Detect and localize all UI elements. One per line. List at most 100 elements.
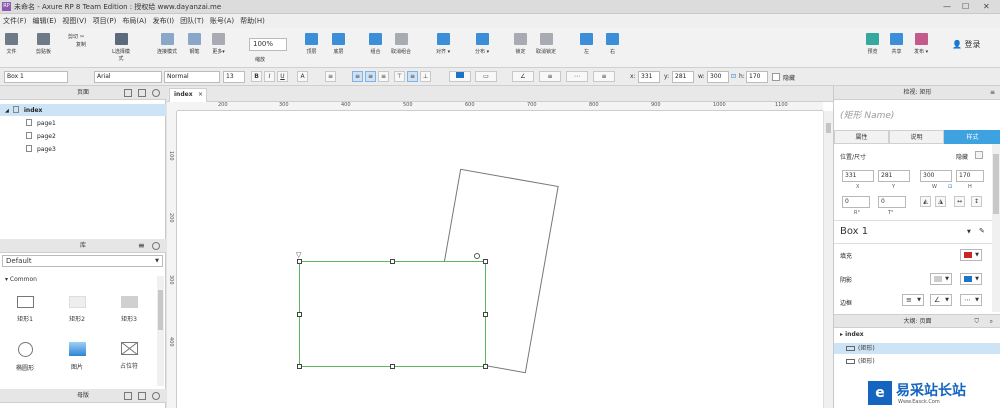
outline-item-selected[interactable]: (矩形) — [834, 343, 1000, 354]
w-input[interactable]: 300 — [707, 71, 729, 83]
bullet-list-button[interactable]: ≡ — [325, 71, 336, 82]
more-button[interactable]: 更多▾ — [212, 33, 225, 55]
file-button[interactable]: 文件 — [5, 33, 18, 55]
shadow-button[interactable]: ▭ — [475, 71, 497, 82]
widget-image[interactable]: 图片 — [62, 342, 92, 371]
widget-ellipse[interactable]: 椭圆形 — [10, 342, 40, 372]
fit-width-button[interactable]: ↔ — [954, 196, 965, 207]
edit-style-icon[interactable]: ✎ — [979, 227, 985, 235]
align-bottom-button[interactable]: ⊥ — [420, 71, 431, 82]
selected-rectangle[interactable] — [299, 261, 486, 367]
resize-handle-t[interactable] — [390, 259, 395, 264]
page-item-page3[interactable]: page3 — [26, 145, 56, 153]
add-folder-icon[interactable] — [138, 89, 146, 97]
library-group-common[interactable]: ▾ Common — [5, 276, 37, 283]
copy-button[interactable]: 复制 — [76, 41, 86, 48]
align-center-button[interactable]: ≡ — [365, 71, 376, 82]
library-select[interactable]: Default ▼ — [2, 255, 163, 267]
line-width-button[interactable]: ≡ — [539, 71, 561, 82]
line-color-button[interactable]: ∠ — [512, 71, 534, 82]
x-input[interactable]: 331 — [638, 71, 660, 83]
filter-icon[interactable]: ⛉ — [974, 315, 979, 328]
add-page-icon[interactable] — [124, 89, 132, 97]
inspector-y-input[interactable]: 281 — [878, 170, 910, 182]
font-family-select[interactable]: Arial — [94, 71, 162, 83]
send-to-back-button[interactable]: 底层 — [332, 33, 345, 55]
inspector-scrollbar[interactable] — [992, 144, 1000, 312]
outer-shadow-picker[interactable]: ▼ — [930, 273, 952, 285]
fill-color-button[interactable] — [449, 71, 471, 82]
italic-button[interactable]: I — [264, 71, 275, 82]
maximize-button[interactable]: ☐ — [962, 2, 969, 12]
resize-handle-b[interactable] — [390, 364, 395, 369]
tab-notes[interactable]: 说明 — [889, 130, 944, 144]
resize-handle-l[interactable] — [297, 312, 302, 317]
menu-edit[interactable]: 编辑(E) — [30, 14, 60, 28]
inner-shadow-picker[interactable]: ▼ — [960, 273, 982, 285]
align-top-button[interactable]: ⊤ — [394, 71, 405, 82]
tab-style[interactable]: 样式 — [944, 130, 1000, 144]
widget-name-select[interactable]: Box 1 — [4, 71, 68, 83]
corner-radius-handle[interactable]: ▽ — [296, 251, 301, 259]
menu-arrange[interactable]: 布局(A) — [119, 14, 149, 28]
bold-button[interactable]: B — [251, 71, 262, 82]
resize-handle-br[interactable] — [483, 364, 488, 369]
tab-close-icon[interactable]: × — [198, 89, 203, 101]
menu-icon[interactable]: ≡ — [990, 86, 995, 100]
line-style-button[interactable]: ⋯ — [566, 71, 588, 82]
right-button[interactable]: 右 — [606, 33, 619, 55]
inspector-w-input[interactable]: 300 — [920, 170, 952, 182]
underline-button[interactable]: U — [277, 71, 288, 82]
border-style-picker[interactable]: ⋯ ▼ — [960, 294, 982, 306]
page-item-page1[interactable]: page1 — [26, 119, 56, 127]
menu-view[interactable]: 视图(V) — [59, 14, 89, 28]
close-button[interactable]: ✕ — [983, 2, 990, 12]
text-rotation-input[interactable]: 0 — [878, 196, 906, 208]
rotation-input[interactable]: 0 — [842, 196, 870, 208]
preview-button[interactable]: 预览 — [866, 33, 879, 55]
inspector-x-input[interactable]: 331 — [842, 170, 874, 182]
menu-publish[interactable]: 发布(I) — [150, 14, 178, 28]
fit-height-button[interactable]: ↕ — [971, 196, 982, 207]
align-middle-button[interactable]: ≡ — [407, 71, 418, 82]
minimize-button[interactable]: — — [943, 2, 951, 12]
outline-item[interactable]: (矩形) — [834, 356, 1000, 367]
flip-vertical-button[interactable]: ◮ — [935, 196, 946, 207]
flip-horizontal-button[interactable]: ◭ — [920, 196, 931, 207]
widget-rect3[interactable]: 矩形3 — [114, 296, 144, 323]
align-button[interactable]: 对齐 ▾ — [436, 33, 450, 55]
menu-icon[interactable]: ≡ — [138, 239, 145, 253]
login-button[interactable]: 👤 登录 — [952, 39, 981, 50]
resize-handle-tr[interactable] — [483, 259, 488, 264]
connect-mode-button[interactable]: 连接模式 — [153, 33, 181, 55]
hidden-checkbox[interactable] — [772, 73, 780, 81]
library-search-icon[interactable] — [152, 242, 160, 250]
share-button[interactable]: 共享 — [890, 33, 903, 55]
align-right-button[interactable]: ≡ — [378, 71, 389, 82]
resize-handle-r[interactable] — [483, 312, 488, 317]
menu-account[interactable]: 账号(A) — [207, 14, 237, 28]
cut-button[interactable]: 剪切 — [68, 33, 78, 40]
font-color-button[interactable]: A — [297, 71, 308, 82]
lock-button[interactable]: 锁定 — [514, 33, 527, 55]
inspector-hidden-checkbox[interactable] — [975, 151, 983, 159]
group-button[interactable]: 组合 — [369, 33, 382, 55]
widget-name-input[interactable]: (矩形 Name) — [840, 108, 894, 121]
left-button[interactable]: 左 — [580, 33, 593, 55]
widget-rect1[interactable]: 矩形1 — [10, 296, 40, 323]
unlock-button[interactable]: 取消锁定 — [536, 33, 556, 55]
menu-file[interactable]: 文件(F) — [0, 14, 30, 28]
menu-team[interactable]: 团队(T) — [177, 14, 207, 28]
border-width-picker[interactable]: ≡ ▼ — [902, 294, 924, 306]
resize-handle-bl[interactable] — [297, 364, 302, 369]
lock-ratio-icon[interactable]: ⊡ — [731, 73, 736, 80]
style-dropdown-icon[interactable]: ▼ — [967, 229, 971, 235]
inspector-h-input[interactable]: 170 — [956, 170, 984, 182]
fill-color-picker[interactable]: ▼ — [960, 249, 982, 261]
menu-help[interactable]: 帮助(H) — [237, 14, 268, 28]
page-item-page2[interactable]: page2 — [26, 132, 56, 140]
widget-rect2[interactable]: 矩形2 — [62, 296, 92, 323]
page-item-index[interactable]: ◢ index — [5, 106, 42, 114]
outline-search-icon[interactable]: ⌕ — [990, 315, 993, 328]
font-weight-select[interactable]: Normal — [164, 71, 220, 83]
